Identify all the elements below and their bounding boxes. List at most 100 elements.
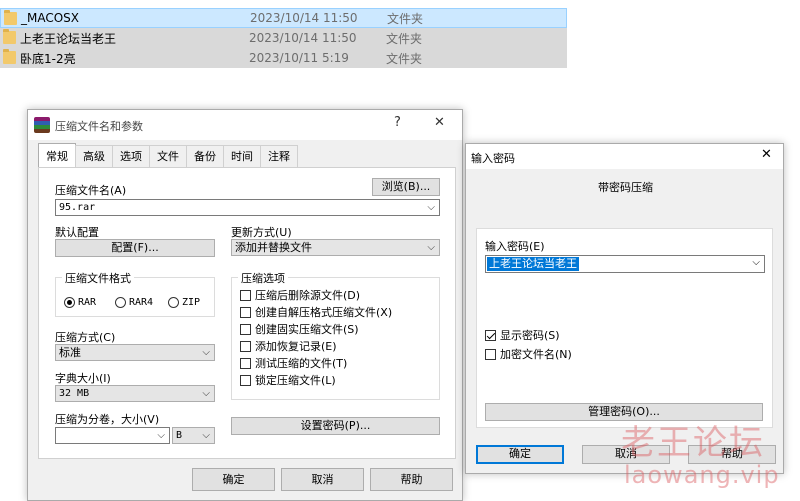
password-panel: 输入密码(E) 上老王论坛当老王 ⌵ 显示密码(S) 加密文件名(N) 管理密码…: [476, 228, 773, 428]
test-archived-files-checkbox[interactable]: 测试压缩的文件(T): [240, 355, 347, 371]
checkbox-unchecked-icon: [240, 374, 251, 386]
tab-options[interactable]: 选项: [112, 145, 150, 167]
update-mode-value: 添加并替换文件: [235, 241, 312, 254]
format-rar-label: RAR: [78, 297, 97, 308]
chevron-down-icon: ⌵: [427, 242, 435, 253]
encrypt-file-names-checkbox[interactable]: 加密文件名(N): [485, 346, 572, 362]
enter-password-label: 输入密码(E): [485, 240, 545, 253]
file-date: 2023/10/14 11:50: [249, 31, 357, 45]
folder-icon: [3, 49, 16, 64]
tab-time[interactable]: 时间: [223, 145, 261, 167]
watermark-logo: 老王论坛: [621, 423, 765, 463]
general-tab-panel: 压缩文件名(A) 浏览(B)... 95.rar ⌵ 默认配置 配置(F)...…: [38, 167, 456, 459]
ok-button[interactable]: 确定: [192, 468, 275, 491]
file-name: 上老王论坛当老王: [20, 31, 117, 46]
watermark-url: laowang.vip: [624, 461, 780, 489]
archive-dialog-titlebar: 压缩文件名和参数 ? ✕: [28, 110, 462, 140]
format-rar4-label: RAR4: [129, 297, 154, 308]
password-heading: 带密码压缩: [598, 181, 653, 194]
format-rar-radio[interactable]: RAR: [64, 297, 96, 308]
tab-general[interactable]: 常规: [38, 143, 76, 167]
radio-unchecked-icon: [168, 297, 179, 308]
file-type: 文件夹: [386, 31, 423, 46]
password-value: 上老王论坛当老王: [487, 257, 579, 271]
checkbox-unchecked-icon: [240, 289, 251, 301]
lock-archive-checkbox[interactable]: 锁定压缩文件(L): [240, 372, 336, 388]
format-rar4-radio[interactable]: RAR4: [115, 297, 153, 308]
help-icon[interactable]: ?: [394, 115, 401, 130]
dictionary-label: 字典大小(I): [55, 372, 111, 385]
archive-format-group: 压缩文件格式 RAR RAR4 ZIP: [55, 270, 215, 317]
dictionary-select[interactable]: 32 MB ⌵: [55, 385, 215, 402]
show-password-label: 显示密码(S): [500, 329, 560, 342]
delete-after-archiving-checkbox[interactable]: 压缩后删除源文件(D): [240, 287, 360, 303]
browse-button[interactable]: 浏览(B)...: [372, 178, 440, 196]
archive-format-title: 压缩文件格式: [62, 270, 134, 286]
radio-checked-icon: [64, 297, 75, 308]
chevron-down-icon: ⌵: [752, 257, 760, 268]
checkbox-unchecked-icon: [240, 323, 251, 335]
checkbox-unchecked-icon: [240, 340, 251, 352]
volume-size-label: 压缩为分卷，大小(V): [55, 413, 160, 426]
file-type: 文件夹: [386, 51, 423, 66]
tab-comment[interactable]: 注释: [260, 145, 298, 167]
create-solid-checkbox[interactable]: 创建固实压缩文件(S): [240, 321, 359, 337]
password-dialog-title: 输入密码: [471, 152, 515, 165]
archive-options-title: 压缩选项: [238, 270, 288, 286]
create-sfx-checkbox[interactable]: 创建自解压格式压缩文件(X): [240, 304, 392, 320]
archive-name-label: 压缩文件名(A): [55, 184, 127, 197]
update-mode-label: 更新方式(U): [231, 226, 292, 239]
cancel-button[interactable]: 取消: [281, 468, 364, 491]
help-button[interactable]: 帮助: [370, 468, 453, 491]
default-profile-label: 默认配置: [55, 226, 99, 239]
file-row-laowang[interactable]: 上老王论坛当老王 2023/10/14 11:50 文件夹: [0, 28, 567, 48]
checkbox-unchecked-icon: [485, 348, 496, 360]
password-input[interactable]: 上老王论坛当老王 ⌵: [485, 255, 765, 273]
radio-unchecked-icon: [115, 297, 126, 308]
close-icon[interactable]: ✕: [761, 147, 772, 162]
archive-dialog: 压缩文件名和参数 ? ✕ 常规 高级 选项 文件 备份 时间 注释 压缩文件名(…: [27, 109, 463, 501]
option-label: 创建固实压缩文件(S): [255, 323, 359, 336]
checkbox-unchecked-icon: [240, 357, 251, 369]
add-recovery-record-checkbox[interactable]: 添加恢复记录(E): [240, 338, 337, 354]
close-icon[interactable]: ✕: [434, 115, 445, 130]
tab-files[interactable]: 文件: [149, 145, 187, 167]
checkbox-unchecked-icon: [240, 306, 251, 318]
file-row-macosx[interactable]: _MACOSX 2023/10/14 11:50 文件夹: [0, 8, 567, 28]
method-value: 标准: [59, 346, 81, 359]
file-date: 2023/10/14 11:50: [250, 11, 358, 25]
file-name: _MACOSX: [21, 11, 80, 25]
dictionary-value: 32 MB: [59, 388, 90, 399]
show-password-checkbox[interactable]: 显示密码(S): [485, 327, 560, 343]
archive-dialog-title: 压缩文件名和参数: [55, 120, 143, 133]
file-row-wodi[interactable]: 卧底1-2亮 2023/10/11 5:19 文件夹: [0, 48, 567, 68]
set-password-button[interactable]: 设置密码(P)...: [231, 417, 440, 435]
volume-size-input[interactable]: ⌵: [55, 427, 170, 444]
file-name: 卧底1-2亮: [20, 51, 76, 66]
tab-bar: 常规 高级 选项 文件 备份 时间 注释: [38, 143, 298, 167]
file-type: 文件夹: [387, 11, 424, 26]
chevron-down-icon: ⌵: [202, 388, 210, 399]
option-label: 锁定压缩文件(L): [255, 374, 336, 387]
volume-unit-select[interactable]: B ⌵: [172, 427, 215, 444]
option-label: 添加恢复记录(E): [255, 340, 337, 353]
archive-options-group: 压缩选项 压缩后删除源文件(D) 创建自解压格式压缩文件(X) 创建固实压缩文件…: [231, 270, 440, 400]
password-ok-button[interactable]: 确定: [476, 445, 564, 464]
option-label: 测试压缩的文件(T): [255, 357, 348, 370]
update-mode-select[interactable]: 添加并替换文件 ⌵: [231, 239, 440, 256]
winrar-icon: [34, 117, 50, 133]
folder-icon: [3, 29, 16, 44]
volume-unit-value: B: [176, 430, 183, 441]
chevron-down-icon: ⌵: [427, 202, 435, 213]
option-label: 创建自解压格式压缩文件(X): [255, 306, 393, 319]
chevron-down-icon: ⌵: [202, 430, 210, 441]
tab-advanced[interactable]: 高级: [75, 145, 113, 167]
archive-name-input[interactable]: 95.rar ⌵: [55, 199, 440, 216]
format-zip-radio[interactable]: ZIP: [168, 297, 200, 308]
method-label: 压缩方式(C): [55, 331, 116, 344]
method-select[interactable]: 标准 ⌵: [55, 344, 215, 361]
format-zip-label: ZIP: [182, 297, 201, 308]
chevron-down-icon: ⌵: [202, 347, 210, 358]
profiles-button[interactable]: 配置(F)...: [55, 239, 215, 257]
tab-backup[interactable]: 备份: [186, 145, 224, 167]
